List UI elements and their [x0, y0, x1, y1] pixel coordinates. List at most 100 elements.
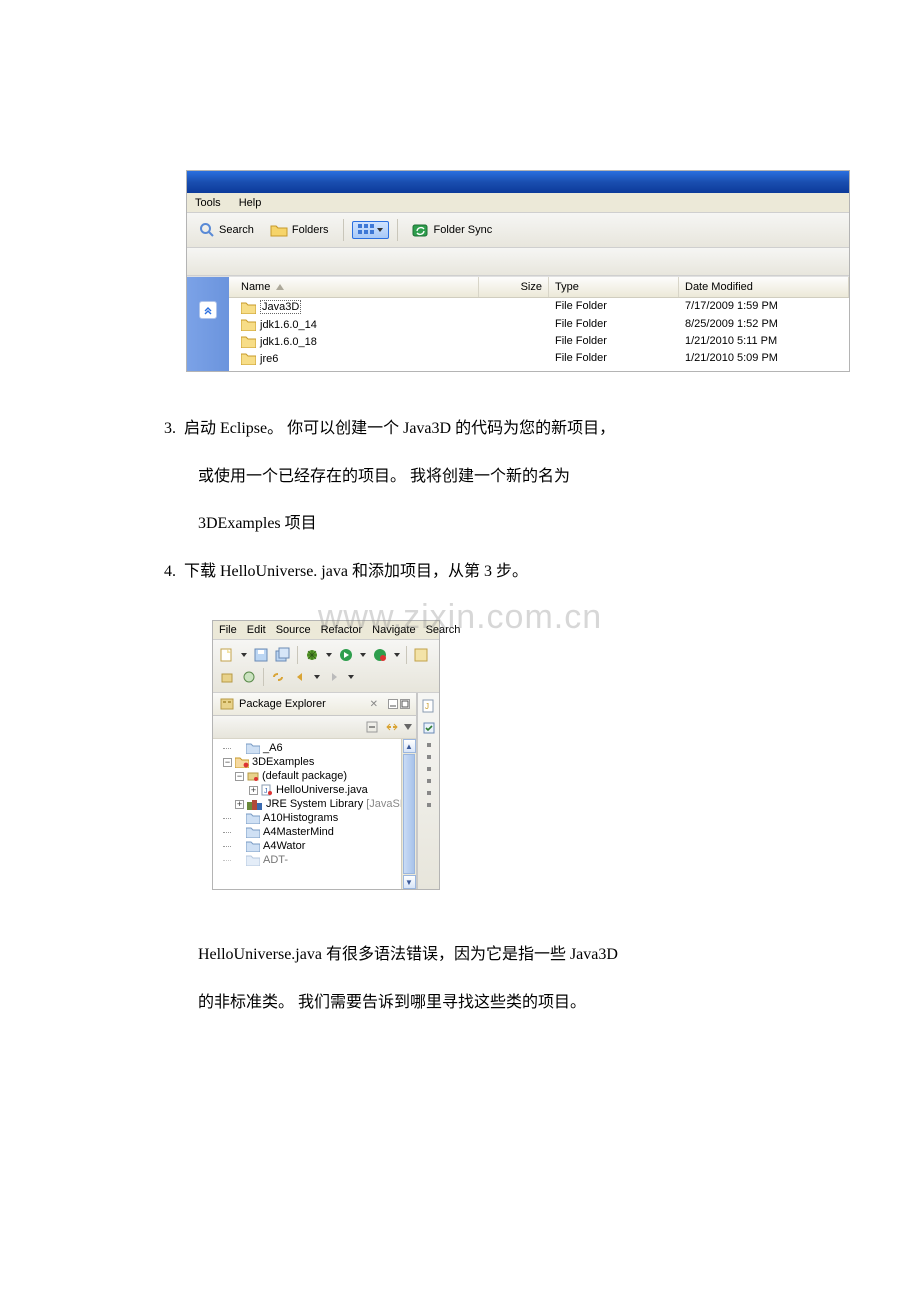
new-icon[interactable] [219, 647, 235, 663]
project-open-icon [235, 756, 249, 768]
folder-sync-button[interactable]: Folder Sync [406, 222, 499, 238]
column-name[interactable]: Name [229, 277, 479, 297]
jre-library-icon [247, 798, 263, 810]
save-icon[interactable] [253, 647, 269, 663]
file-name: jre6 [260, 353, 278, 365]
overview-marker-icon[interactable] [422, 721, 436, 735]
column-size[interactable]: Size [479, 277, 549, 297]
sort-ascending-icon [276, 284, 284, 290]
tree-item-adt[interactable]: ADT- [217, 853, 416, 867]
link-icon[interactable] [270, 669, 286, 685]
folders-button[interactable]: Folders [264, 222, 335, 238]
tree-item-jre[interactable]: + JRE System Library [JavaSE [217, 797, 416, 811]
project-closed-icon [246, 854, 260, 866]
file-date: 7/17/2009 1:59 PM [679, 300, 849, 314]
editor-right-gutter: J [417, 693, 439, 889]
svg-text:J: J [425, 702, 429, 711]
expand-icon[interactable]: + [249, 786, 258, 795]
package-explorer-panel: Package Explorer ✕ [213, 693, 417, 889]
folder-icon [241, 352, 256, 365]
tree-item-a4mastermind[interactable]: A4MasterMind [217, 825, 416, 839]
project-closed-icon [246, 826, 260, 838]
chevron-down-icon[interactable] [314, 675, 320, 679]
close-icon[interactable]: ✕ [370, 699, 378, 710]
marker-icon [427, 803, 431, 807]
file-row[interactable]: jre6 File Folder 1/21/2010 5:09 PM [229, 350, 849, 367]
paragraph-text: 下载 HelloUniverse. java 和添加项目，从第 3 步。 [184, 563, 528, 580]
tree-item-3dexamples[interactable]: − 3DExamples [217, 755, 416, 769]
chevron-down-icon[interactable] [326, 653, 332, 657]
open-type-icon[interactable] [413, 647, 429, 663]
save-all-icon[interactable] [275, 647, 291, 663]
collapse-all-icon[interactable] [364, 719, 380, 735]
menu-refactor[interactable]: Refactor [321, 624, 363, 636]
java-file-icon: J [261, 784, 273, 796]
window-titlebar [187, 171, 849, 193]
back-icon[interactable] [292, 669, 308, 685]
package-explorer-tab[interactable]: Package Explorer ✕ [213, 693, 416, 716]
minimize-icon[interactable] [388, 699, 398, 709]
package-icon[interactable] [219, 669, 235, 685]
document-body: HelloUniverse.java 有很多语法错误，因为它是指一些 Java3… [198, 934, 792, 1023]
marker-icon [427, 767, 431, 771]
collapse-icon[interactable]: − [223, 758, 232, 767]
tree-item-hellouniverse[interactable]: + J HelloUniverse.java [217, 783, 416, 797]
marker-icon [427, 755, 431, 759]
menu-help[interactable]: Help [239, 197, 262, 209]
maximize-icon[interactable] [400, 699, 410, 709]
explorer-toolbar: Search Folders [187, 213, 849, 248]
toolbar-spacer [187, 248, 849, 276]
marker-icon [427, 743, 431, 747]
chevron-down-icon[interactable] [348, 675, 354, 679]
chevron-down-icon[interactable] [241, 653, 247, 657]
expand-icon[interactable]: + [235, 800, 244, 809]
menu-search[interactable]: Search [426, 624, 461, 636]
file-row[interactable]: jdk1.6.0_14 File Folder 8/25/2009 1:52 P… [229, 316, 849, 333]
collapse-panel-button[interactable] [199, 301, 217, 319]
paragraph-text: 启动 Eclipse。 你可以创建一个 Java3D 的代码为您的新项目， [184, 420, 615, 437]
tree-item-a4wator[interactable]: A4Wator [217, 839, 416, 853]
tree-item-default-package[interactable]: − (default package) [217, 769, 416, 783]
run-icon[interactable] [338, 647, 354, 663]
chevron-down-icon[interactable] [394, 653, 400, 657]
file-date: 1/21/2010 5:11 PM [679, 335, 849, 348]
debug-icon[interactable] [304, 647, 320, 663]
file-type: File Folder [549, 300, 679, 314]
file-row[interactable]: Java3D File Folder 7/17/2009 1:59 PM [229, 298, 849, 316]
scroll-up-icon[interactable]: ▲ [403, 739, 416, 753]
collapse-icon[interactable]: − [235, 772, 244, 781]
menu-tools[interactable]: Tools [195, 197, 221, 209]
file-date: 1/21/2010 5:09 PM [679, 352, 849, 365]
column-type[interactable]: Type [549, 277, 679, 297]
menu-file[interactable]: File [219, 624, 237, 636]
scroll-thumb[interactable] [403, 754, 415, 874]
menu-edit[interactable]: Edit [247, 624, 266, 636]
run-last-icon[interactable] [372, 647, 388, 663]
scrollbar[interactable]: ▲ ▼ [401, 739, 416, 889]
project-closed-icon [246, 840, 260, 852]
forward-icon[interactable] [326, 669, 342, 685]
file-date: 8/25/2009 1:52 PM [679, 318, 849, 331]
view-menu-icon[interactable] [404, 724, 412, 730]
tree-item-a10[interactable]: A10Histograms [217, 811, 416, 825]
java-editor-icon[interactable]: J [422, 699, 436, 713]
search-label: Search [219, 224, 254, 236]
eclipse-main-toolbar [213, 640, 439, 693]
menu-navigate[interactable]: Navigate [372, 624, 415, 636]
menu-source[interactable]: Source [276, 624, 311, 636]
chevron-down-icon [377, 228, 383, 232]
link-editor-icon[interactable] [384, 719, 400, 735]
column-date-modified[interactable]: Date Modified [679, 277, 849, 297]
package-icon [247, 770, 259, 782]
list-number: 3. [164, 420, 176, 437]
scroll-down-icon[interactable]: ▼ [403, 875, 416, 889]
explorer-window: Tools Help Search Folders [186, 170, 850, 372]
panel-title: Package Explorer [239, 698, 326, 710]
search-button[interactable]: Search [193, 222, 260, 238]
views-button[interactable] [352, 221, 389, 239]
class-icon[interactable] [241, 669, 257, 685]
file-row[interactable]: jdk1.6.0_18 File Folder 1/21/2010 5:11 P… [229, 333, 849, 350]
paragraph-text: 或使用一个已经存在的项目。 我将创建一个新的名为 [198, 468, 570, 485]
chevron-down-icon[interactable] [360, 653, 366, 657]
tree-item-a6[interactable]: _A6 [217, 741, 416, 755]
